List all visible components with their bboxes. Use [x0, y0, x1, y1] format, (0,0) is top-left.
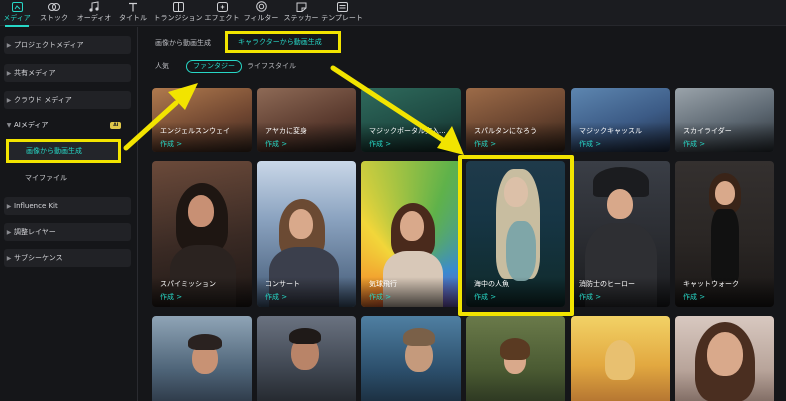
arrow-to-sidebar	[123, 83, 198, 151]
arrow-to-mermaid	[330, 65, 464, 155]
annotation-arrows	[123, 65, 464, 155]
